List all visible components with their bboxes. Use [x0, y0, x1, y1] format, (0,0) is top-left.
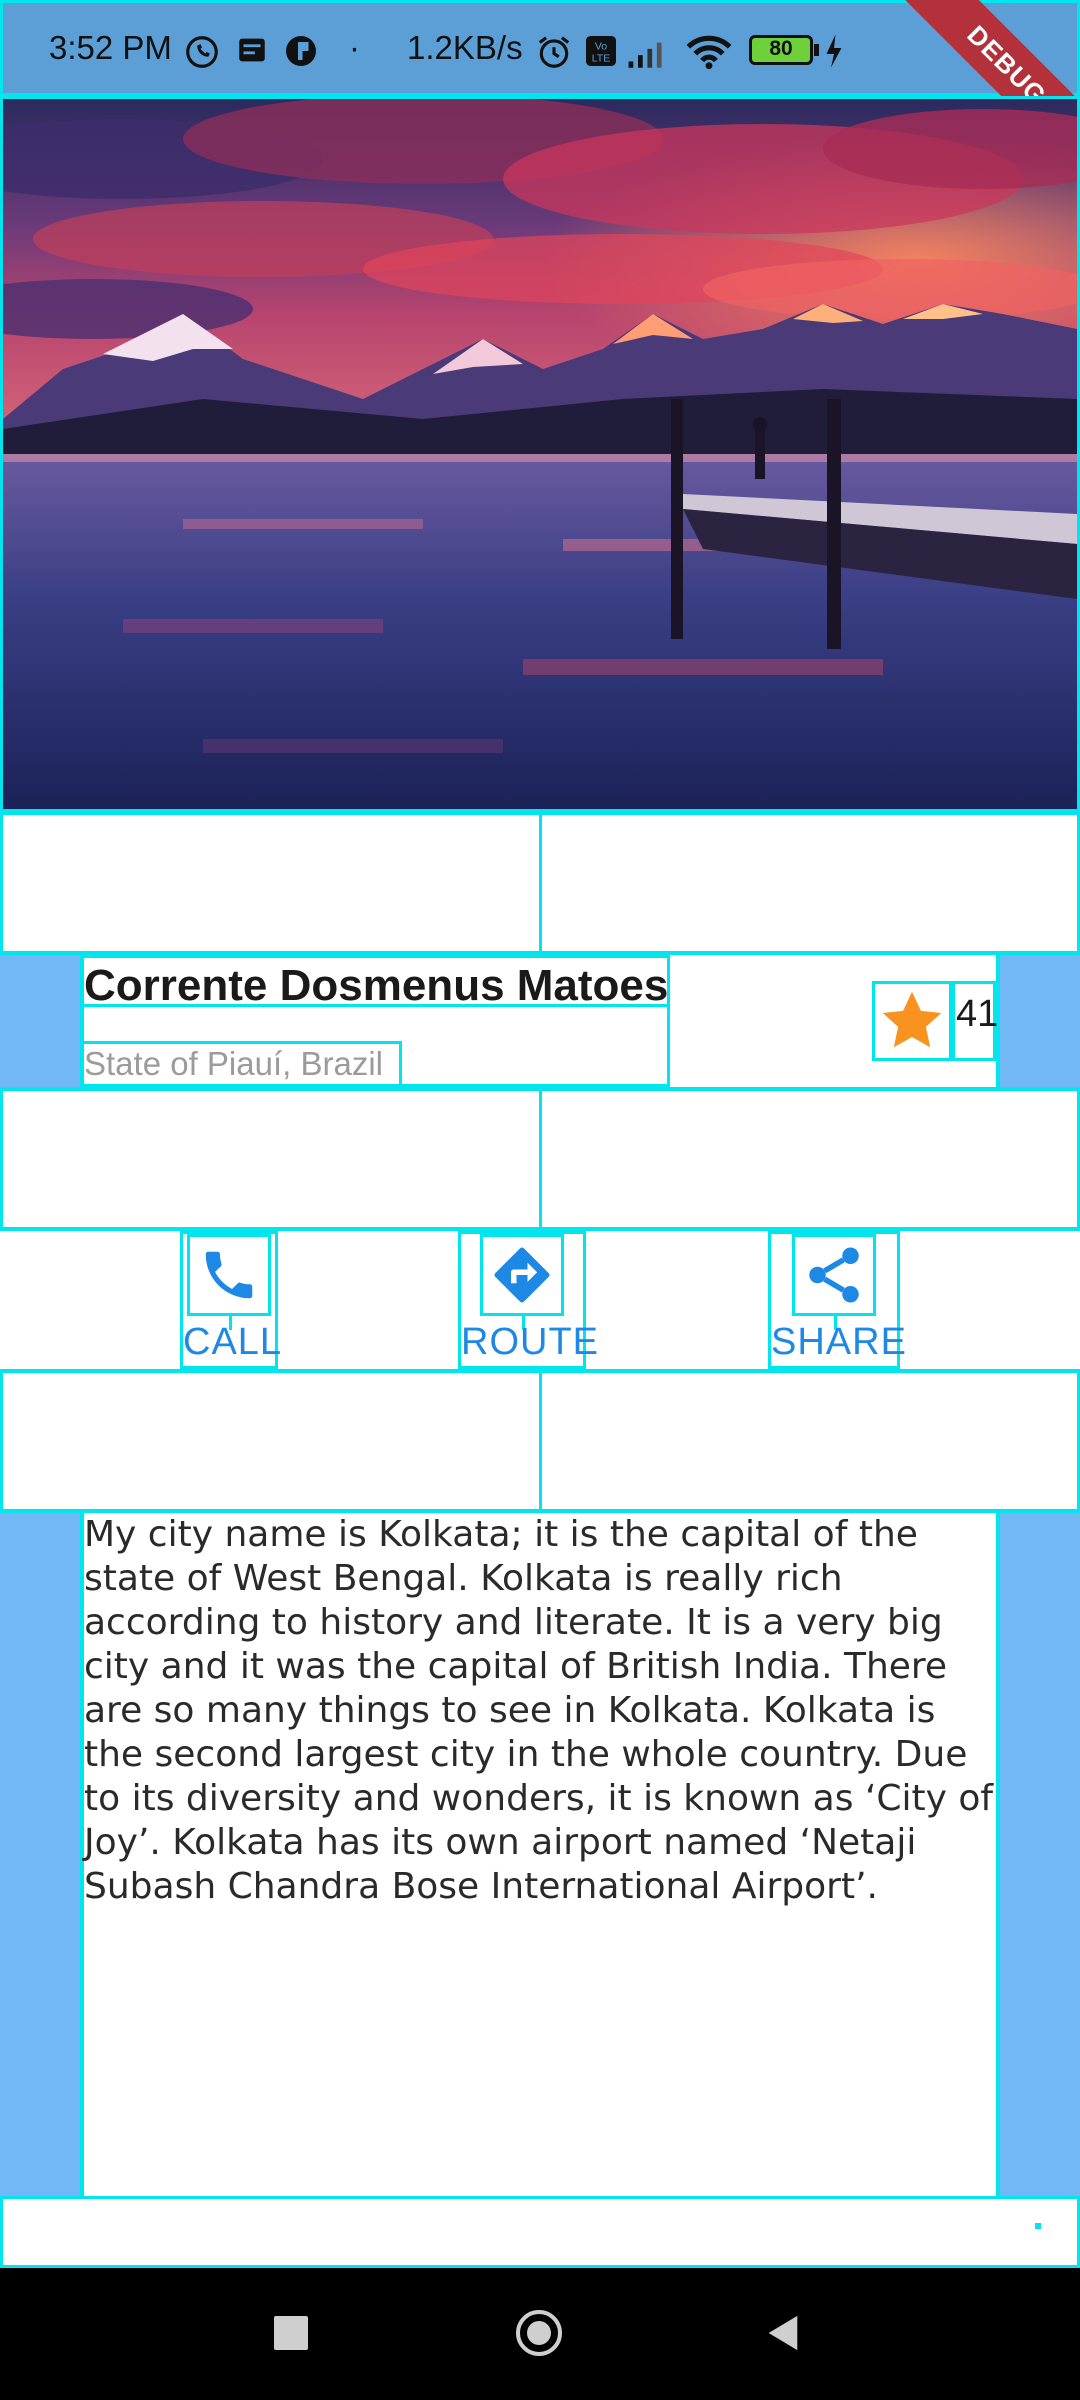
- route-label: ROUTE: [461, 1321, 599, 1363]
- scroll-indicator: [1035, 2223, 1041, 2229]
- battery-icon: 80: [749, 35, 813, 65]
- divider: [539, 1091, 542, 1227]
- charging-icon: [826, 34, 842, 68]
- lake-sunset-image: [3, 99, 1077, 809]
- description-text: My city name is Kolkata; it is the capit…: [84, 1514, 994, 1907]
- wifi-icon: [686, 35, 732, 70]
- spacer-row: [0, 1370, 1080, 1512]
- call-button[interactable]: CALL: [180, 1231, 283, 1369]
- share-label: SHARE: [771, 1321, 907, 1363]
- battery-tip: [814, 44, 819, 56]
- svg-text:Vo: Vo: [595, 41, 607, 53]
- place-title: Corrente Dosmenus Matoes: [84, 961, 669, 1010]
- share-icon-box: [792, 1234, 876, 1316]
- right-padding: [996, 1513, 1080, 2198]
- share-button[interactable]: SHARE: [768, 1231, 907, 1369]
- star-button[interactable]: [872, 981, 952, 1061]
- status-dot: ·: [349, 29, 360, 66]
- left-padding: [0, 1513, 84, 2198]
- hero-image: [0, 96, 1080, 812]
- status-time: 3:52 PM: [49, 29, 172, 66]
- divider: [539, 1373, 542, 1509]
- svg-text:LTE: LTE: [592, 53, 610, 65]
- call-icon-box: [187, 1234, 271, 1316]
- place-subtitle: State of Piauí, Brazil: [84, 1045, 383, 1082]
- navigation-bar: [0, 2268, 1080, 2400]
- signal-icon: [628, 42, 662, 68]
- home-dot: [527, 2321, 551, 2345]
- battery-level: 80: [769, 37, 793, 60]
- share-icon: [809, 1247, 859, 1303]
- spacer-row: [0, 1088, 1080, 1230]
- spacer-row: [0, 812, 1080, 954]
- place-info-row: Corrente Dosmenus Matoes State of Piauí,…: [0, 952, 1080, 1090]
- divider: [539, 815, 542, 951]
- alarm-icon: [538, 36, 570, 68]
- back-button[interactable]: [762, 2312, 802, 2354]
- recents-button[interactable]: [274, 2316, 308, 2350]
- description-row: My city name is Kolkata; it is the capit…: [0, 1510, 1080, 2198]
- left-padding: [0, 955, 84, 1087]
- status-bar: 3:52 PM · 1.2KB/s Vo LTE 80 DEBUG: [0, 0, 1080, 183]
- whatsapp-icon: [186, 36, 218, 68]
- phone-icon: [205, 1251, 253, 1299]
- star-icon: [882, 991, 942, 1048]
- rating-count: 41: [956, 993, 999, 1035]
- call-label: CALL: [183, 1321, 283, 1363]
- home-button[interactable]: [516, 2310, 562, 2356]
- app-icon: [286, 36, 316, 66]
- directions-icon: [494, 1247, 550, 1303]
- route-icon-box: [480, 1234, 564, 1316]
- volte-icon: Vo LTE: [586, 36, 616, 66]
- route-button[interactable]: ROUTE: [458, 1231, 599, 1369]
- right-padding: [996, 955, 1080, 1087]
- bottom-strip: [0, 2196, 1080, 2268]
- action-row: CALL ROUTE SHARE: [0, 1228, 1080, 1372]
- network-speed: 1.2KB/s: [407, 29, 523, 66]
- sim-icon: [239, 38, 265, 62]
